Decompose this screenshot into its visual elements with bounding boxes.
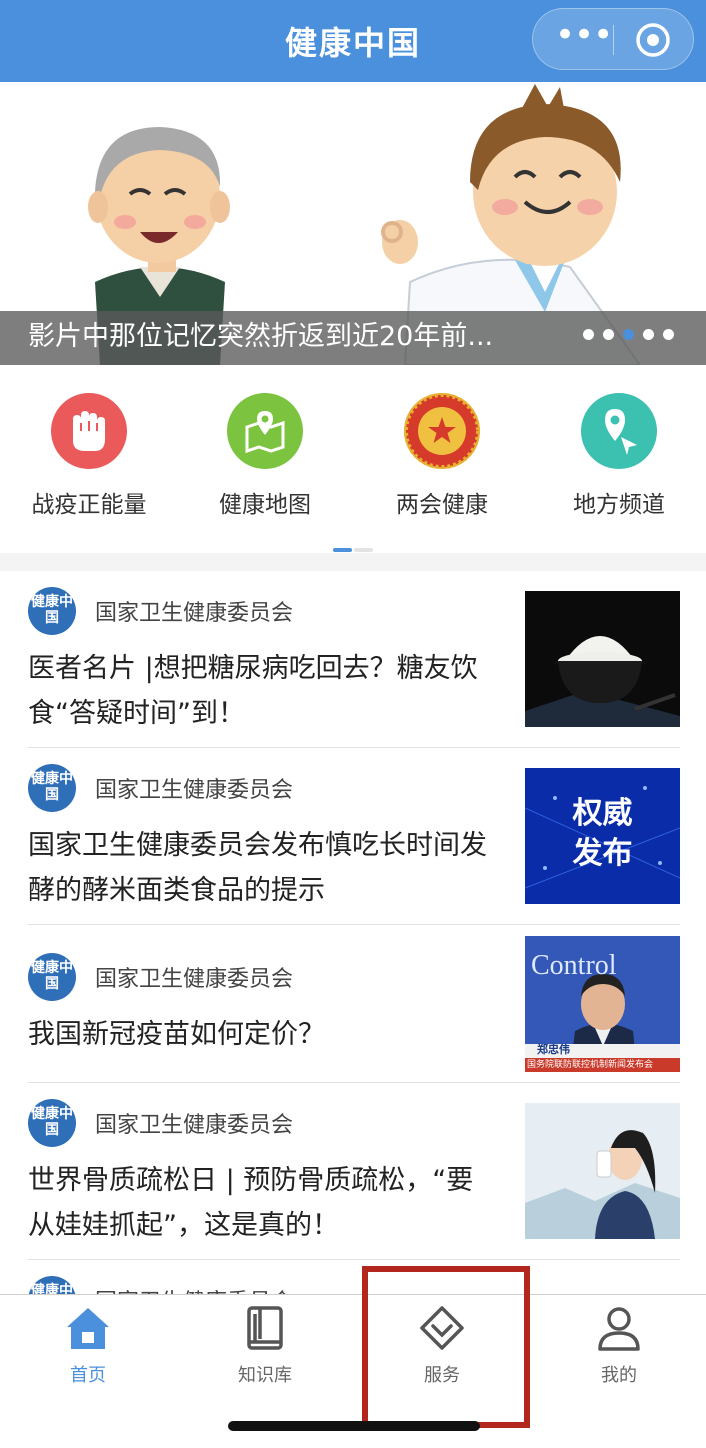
news-divider bbox=[28, 747, 680, 748]
news-title[interactable]: 医者名片 |想把糖尿病吃回去？糖友饮食“答疑时间”到！ bbox=[28, 646, 498, 736]
source-logo: 健康中国 bbox=[28, 1099, 76, 1147]
news-source: 国家卫生健康委员会 bbox=[95, 1113, 294, 1138]
carousel-dot[interactable] bbox=[603, 329, 614, 340]
quick-link-anti-epidemic[interactable]: 战疫正能量 bbox=[14, 393, 164, 519]
thumb-text: 权威发布 bbox=[572, 796, 633, 871]
source-logo: 健康中国 bbox=[28, 587, 76, 635]
home-icon bbox=[67, 1308, 109, 1349]
thumb-caption: 郑忠伟 bbox=[537, 1043, 570, 1056]
news-divider bbox=[28, 1082, 680, 1083]
carousel-dot[interactable] bbox=[643, 329, 654, 340]
quick-link-local-channel[interactable]: 地方频道 bbox=[544, 393, 694, 519]
section-divider bbox=[0, 553, 706, 571]
source-logo: 健康中国 bbox=[28, 953, 76, 1001]
book-icon bbox=[247, 1306, 283, 1350]
thumb-footer: 国务院联防联控机制新闻发布会 bbox=[527, 1060, 654, 1070]
tab-home[interactable]: 首页 bbox=[28, 1303, 148, 1387]
carousel-dot-active[interactable] bbox=[623, 329, 634, 340]
quick-link-health-map[interactable]: 健康地图 bbox=[190, 393, 340, 519]
location-arrow-icon bbox=[581, 393, 657, 469]
tab-knowledge-base[interactable]: 知识库 bbox=[205, 1303, 325, 1387]
top-navigation-bar: 健康中国 ••• bbox=[0, 0, 706, 82]
news-source: 国家卫生健康委员会 bbox=[95, 601, 294, 626]
quick-link-label: 战疫正能量 bbox=[31, 492, 147, 518]
more-dots-icon[interactable]: ••• bbox=[555, 18, 613, 55]
star-emblem-icon bbox=[404, 393, 480, 469]
banner-caption[interactable]: 影片中那位记忆突然折返到近20年前... bbox=[28, 310, 493, 364]
tab-label: 我的 bbox=[601, 1365, 637, 1386]
rice-bowl-image[interactable] bbox=[525, 591, 680, 727]
carousel-dot[interactable] bbox=[663, 329, 674, 340]
woman-drinking-image[interactable] bbox=[525, 1103, 680, 1239]
news-source: 国家卫生健康委员会 bbox=[95, 778, 294, 803]
thumb-text: Control bbox=[531, 950, 617, 981]
tab-label: 首页 bbox=[70, 1365, 106, 1386]
news-title[interactable]: 国家卫生健康委员会发布慎吃长时间发酵的酵米面类食品的提示 bbox=[28, 823, 498, 913]
highlight-box bbox=[362, 1266, 530, 1428]
news-divider bbox=[28, 1259, 680, 1260]
carousel-dot[interactable] bbox=[583, 329, 594, 340]
quick-link-label: 地方频道 bbox=[573, 492, 665, 518]
quick-link-label: 两会健康 bbox=[396, 492, 488, 518]
fist-icon bbox=[51, 393, 127, 469]
home-indicator bbox=[228, 1421, 480, 1431]
carousel-dots bbox=[583, 329, 674, 343]
press-conference-image[interactable]: Control 郑忠伟 国务院联防联控机制新闻发布会 bbox=[525, 936, 680, 1072]
quick-links-page-indicator bbox=[333, 548, 373, 552]
news-title[interactable]: 世界骨质疏松日 | 预防骨质疏松，“要从娃娃抓起”，这是真的！ bbox=[28, 1158, 498, 1248]
mini-program-capsule[interactable]: ••• bbox=[532, 8, 694, 70]
tab-label: 知识库 bbox=[238, 1365, 292, 1386]
quick-link-two-sessions[interactable]: 两会健康 bbox=[367, 393, 517, 519]
quick-link-label: 健康地图 bbox=[219, 492, 311, 518]
authority-release-image[interactable]: 权威发布 bbox=[525, 768, 680, 904]
quick-links: 战疫正能量 健康地图 两会健康 地方频道 bbox=[0, 365, 706, 555]
news-title[interactable]: 我国新冠疫苗如何定价？ bbox=[28, 1012, 498, 1057]
user-icon bbox=[598, 1307, 640, 1351]
source-logo: 健康中国 bbox=[28, 764, 76, 812]
map-pin-icon bbox=[227, 393, 303, 469]
news-source: 国家卫生健康委员会 bbox=[95, 967, 294, 992]
tab-profile[interactable]: 我的 bbox=[559, 1303, 679, 1387]
capsule-divider bbox=[613, 25, 614, 55]
news-divider bbox=[28, 924, 680, 925]
target-circle-icon[interactable] bbox=[635, 22, 671, 58]
